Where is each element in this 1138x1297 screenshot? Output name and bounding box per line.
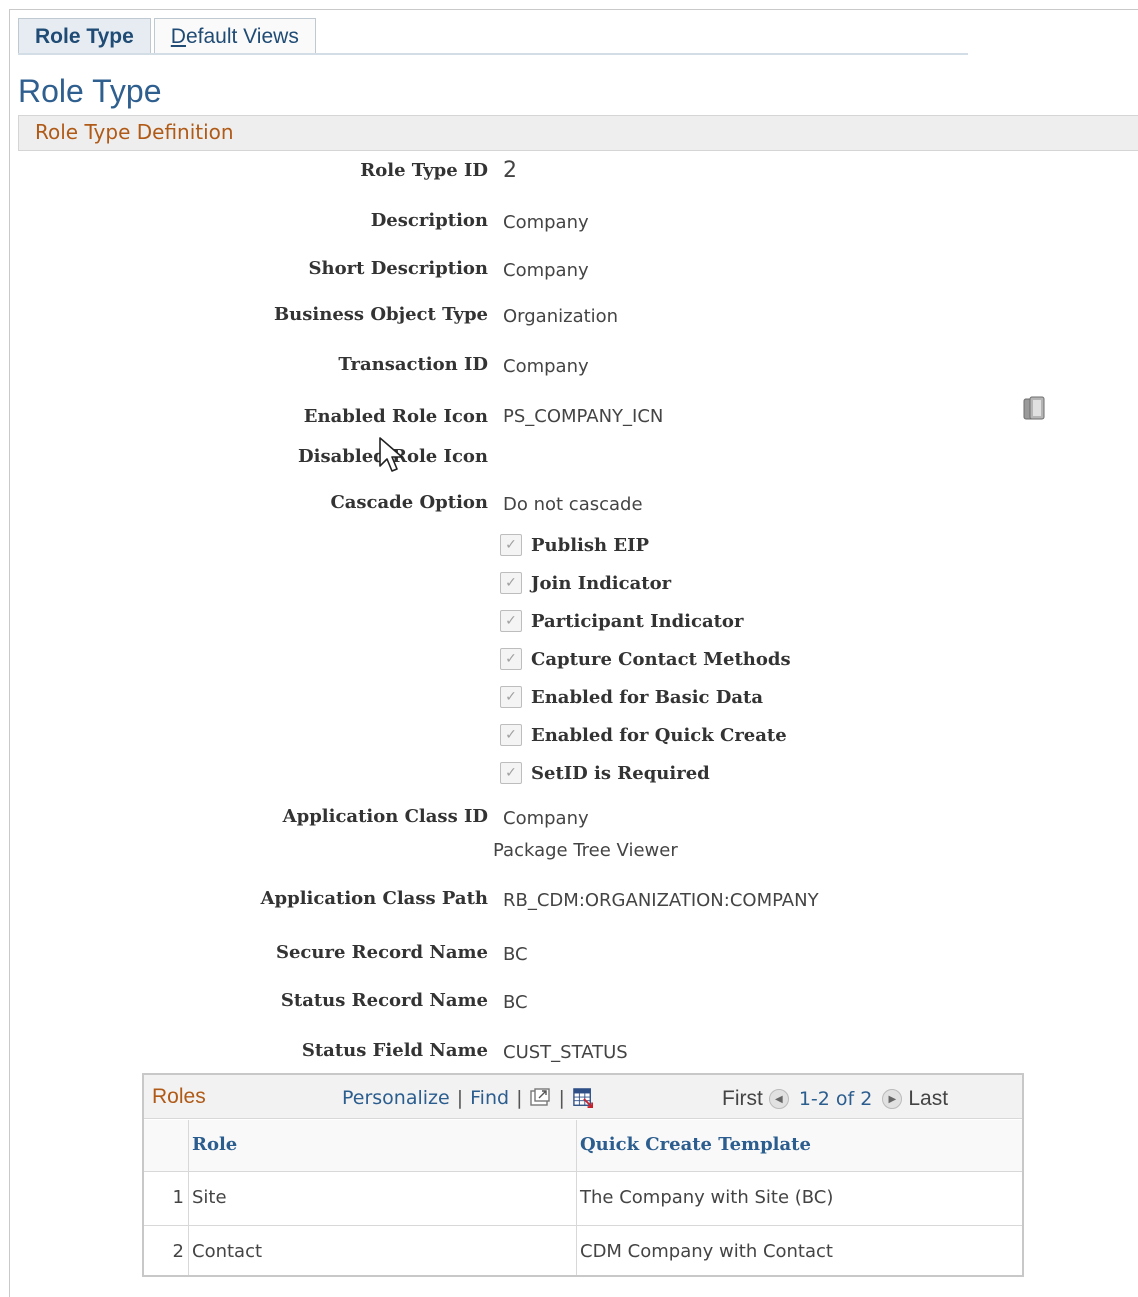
tab-default-views-accesskey: D bbox=[170, 24, 186, 48]
separator: | bbox=[516, 1087, 523, 1109]
cascade-option-value: Do not cascade bbox=[503, 494, 643, 515]
tab-default-views[interactable]: Default Views bbox=[153, 18, 316, 54]
role-type-id-label: Role Type ID bbox=[360, 160, 488, 181]
checkbox-box[interactable]: ✓ bbox=[500, 762, 522, 784]
role-cell: Contact bbox=[192, 1241, 263, 1262]
separator: | bbox=[456, 1087, 464, 1109]
column-divider bbox=[188, 1120, 189, 1275]
status-field-name-value: CUST_STATUS bbox=[503, 1042, 628, 1063]
checkbox-box[interactable]: ✓ bbox=[500, 648, 522, 670]
row-number: 1 bbox=[172, 1187, 184, 1208]
roles-grid-header: Roles Personalize | Find | | First ◀ 1-2… bbox=[144, 1075, 1022, 1119]
checkbox-box[interactable]: ✓ bbox=[500, 724, 522, 746]
roles-grid-tools: Personalize | Find | | bbox=[342, 1087, 594, 1109]
roles-grid-nav: First ◀ 1-2 of 2 ▶ Last bbox=[722, 1087, 948, 1111]
role-type-id-value: 2 bbox=[503, 158, 517, 183]
checkbox-capture-contact-methods[interactable]: ✓ Capture Contact Methods bbox=[500, 646, 791, 672]
page-frame-left bbox=[9, 9, 10, 1297]
status-record-name-value: BC bbox=[503, 992, 528, 1013]
tab-role-type-label: Role Type bbox=[35, 24, 134, 48]
checkbox-box[interactable]: ✓ bbox=[500, 534, 522, 556]
checkbox-label: Enabled for Basic Data bbox=[531, 686, 764, 708]
checkbox-setid-required[interactable]: ✓ SetID is Required bbox=[500, 760, 710, 786]
row-number: 2 bbox=[172, 1241, 184, 1262]
short-description-label: Short Description bbox=[308, 258, 488, 279]
transaction-id-label: Transaction ID bbox=[338, 354, 488, 375]
roles-grid-column-headers: Role Quick Create Template bbox=[144, 1120, 1022, 1172]
column-header-role[interactable]: Role bbox=[192, 1134, 237, 1155]
checkbox-join-indicator[interactable]: ✓ Join Indicator bbox=[500, 570, 671, 596]
tab-underline bbox=[18, 53, 968, 55]
application-class-path-value: RB_CDM:ORGANIZATION:COMPANY bbox=[503, 890, 819, 911]
application-class-id-value: Company bbox=[503, 808, 589, 829]
checkbox-box[interactable]: ✓ bbox=[500, 610, 522, 632]
status-field-name-label: Status Field Name bbox=[301, 1040, 488, 1061]
table-row: 1 Site The Company with Site (BC) bbox=[144, 1173, 1022, 1226]
role-cell: Site bbox=[192, 1187, 227, 1208]
next-arrow-icon[interactable]: ▶ bbox=[882, 1089, 903, 1109]
template-cell: The Company with Site (BC) bbox=[580, 1187, 834, 1208]
checkbox-enabled-quick-create[interactable]: ✓ Enabled for Quick Create bbox=[500, 722, 787, 748]
download-spreadsheet-icon[interactable] bbox=[572, 1088, 594, 1108]
page-title: Role Type bbox=[18, 73, 162, 109]
description-value: Company bbox=[503, 212, 589, 233]
documents-icon[interactable] bbox=[1022, 396, 1054, 422]
short-description-value: Company bbox=[503, 260, 589, 281]
enabled-role-icon-label: Enabled Role Icon bbox=[303, 406, 488, 427]
template-cell: CDM Company with Contact bbox=[580, 1241, 833, 1262]
column-divider bbox=[576, 1120, 577, 1275]
application-class-path-label: Application Class Path bbox=[260, 888, 488, 909]
checkbox-label: Join Indicator bbox=[531, 572, 672, 594]
application-class-id-label: Application Class ID bbox=[282, 806, 488, 827]
package-tree-viewer-link[interactable]: Package Tree Viewer bbox=[493, 840, 678, 861]
tab-default-views-label: efault Views bbox=[185, 24, 299, 48]
checkbox-enabled-basic-data[interactable]: ✓ Enabled for Basic Data bbox=[500, 684, 763, 710]
status-record-name-label: Status Record Name bbox=[280, 990, 488, 1011]
previous-arrow-icon[interactable]: ◀ bbox=[768, 1089, 789, 1109]
checkbox-label: Capture Contact Methods bbox=[531, 648, 791, 670]
checkbox-participant-indicator[interactable]: ✓ Participant Indicator bbox=[500, 608, 743, 634]
last-link[interactable]: Last bbox=[908, 1087, 948, 1111]
checkbox-label: Participant Indicator bbox=[531, 610, 744, 632]
roles-grid-title: Roles bbox=[152, 1085, 206, 1108]
checkbox-publish-eip[interactable]: ✓ Publish EIP bbox=[500, 532, 649, 558]
zoom-icon[interactable] bbox=[529, 1088, 551, 1108]
separator: | bbox=[558, 1087, 565, 1109]
find-link[interactable]: Find bbox=[470, 1087, 509, 1109]
roles-grid: Roles Personalize | Find | | First ◀ 1-2… bbox=[142, 1073, 1024, 1277]
business-object-type-value: Organization bbox=[503, 306, 619, 327]
checkbox-box[interactable]: ✓ bbox=[500, 686, 522, 708]
description-label: Description bbox=[370, 210, 488, 231]
transaction-id-value: Company bbox=[503, 356, 589, 377]
section-title: Role Type Definition bbox=[35, 120, 234, 144]
personalize-link[interactable]: Personalize bbox=[342, 1087, 450, 1109]
business-object-type-label: Business Object Type bbox=[273, 304, 488, 325]
row-count: 1-2 of 2 bbox=[798, 1088, 873, 1110]
mouse-pointer-icon bbox=[379, 437, 403, 472]
checkbox-label: SetID is Required bbox=[531, 762, 710, 784]
checkbox-label: Enabled for Quick Create bbox=[531, 724, 787, 746]
secure-record-name-label: Secure Record Name bbox=[275, 942, 488, 963]
section-header: Role Type Definition bbox=[18, 115, 1138, 151]
checkbox-box[interactable]: ✓ bbox=[500, 572, 522, 594]
page-frame-top bbox=[9, 9, 1138, 10]
column-header-quick-create-template[interactable]: Quick Create Template bbox=[580, 1134, 811, 1155]
secure-record-name-value: BC bbox=[503, 944, 528, 965]
tab-bar: Role Type Default Views bbox=[18, 18, 319, 54]
enabled-role-icon-value: PS_COMPANY_ICN bbox=[503, 406, 664, 427]
cascade-option-label: Cascade Option bbox=[330, 492, 488, 513]
tab-role-type[interactable]: Role Type bbox=[18, 18, 151, 54]
checkbox-label: Publish EIP bbox=[531, 534, 650, 556]
table-row: 2 Contact CDM Company with Contact bbox=[144, 1227, 1022, 1280]
first-link[interactable]: First bbox=[722, 1087, 763, 1111]
